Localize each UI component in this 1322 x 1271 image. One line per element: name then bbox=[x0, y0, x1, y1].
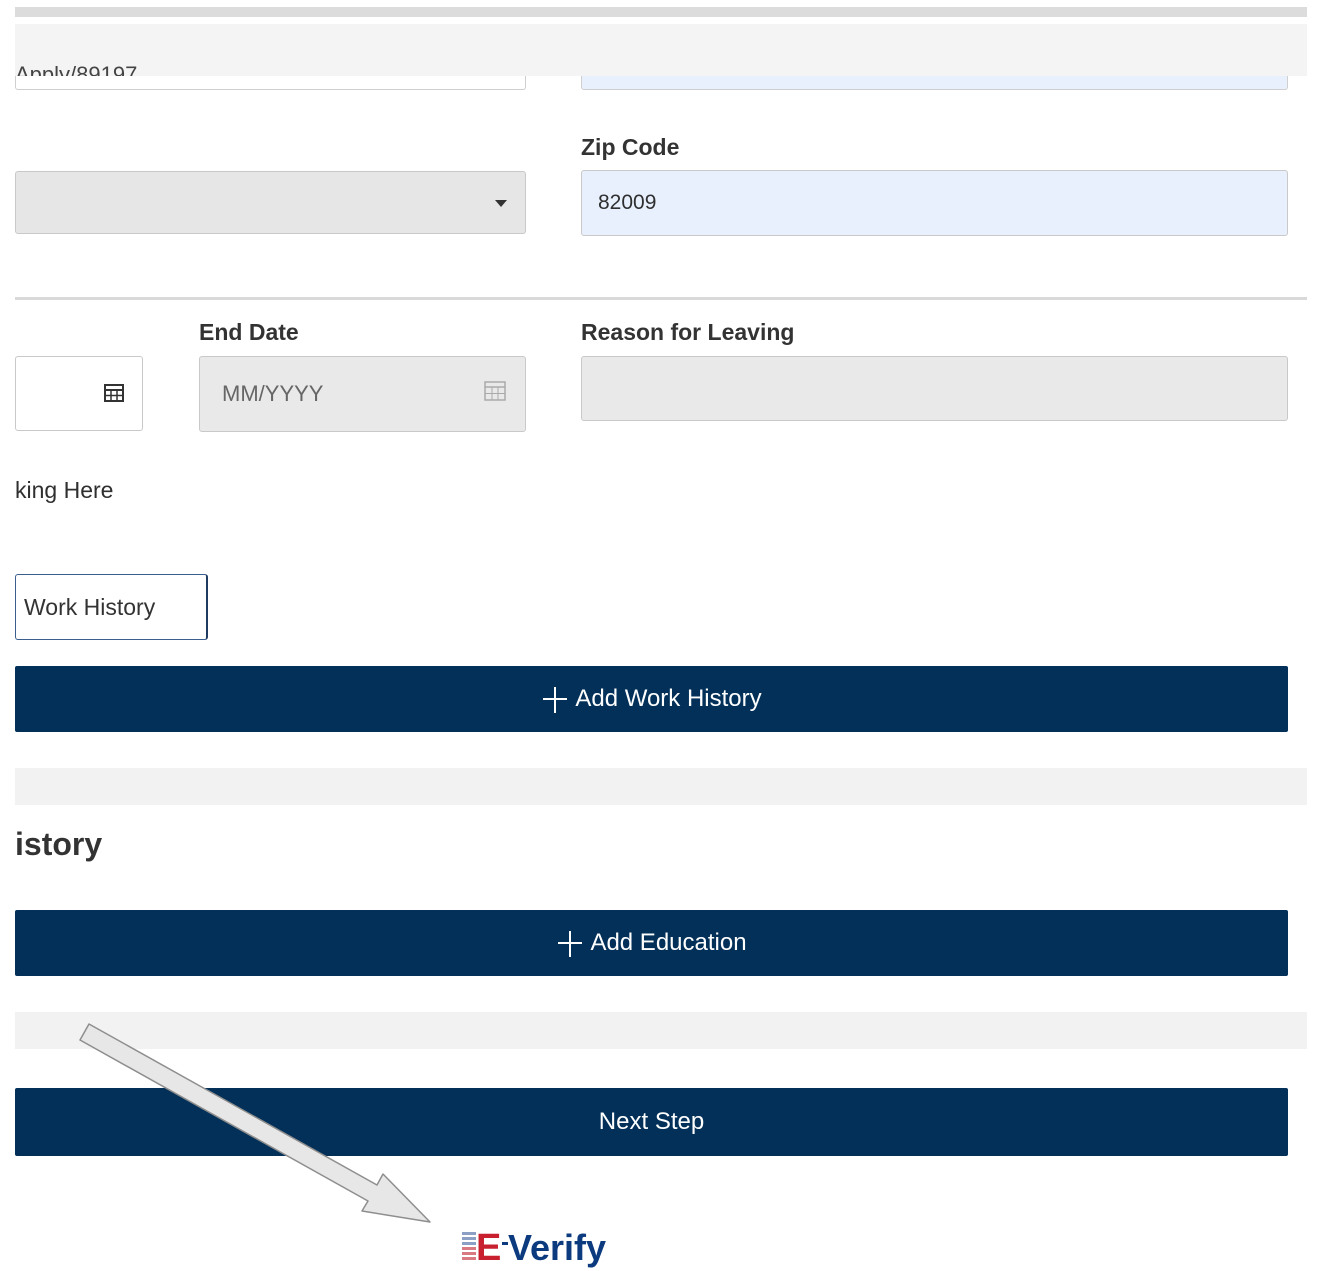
end-date-placeholder: MM/YYYY bbox=[222, 381, 324, 406]
add-education-label: Add Education bbox=[590, 929, 747, 956]
chevron-down-icon bbox=[495, 200, 507, 207]
next-step-label: Next Step bbox=[598, 1108, 705, 1135]
add-work-history-button[interactable]: Add Work History bbox=[15, 666, 1288, 732]
previous-field-left bbox=[15, 76, 526, 90]
education-history-heading: istory bbox=[15, 826, 103, 862]
remove-work-history-button[interactable]: Work History bbox=[15, 574, 208, 640]
reason-for-leaving-input[interactable] bbox=[581, 356, 1288, 421]
currently-working-label[interactable]: king Here bbox=[15, 477, 113, 504]
end-date-label: End Date bbox=[199, 319, 299, 345]
state-select[interactable] bbox=[15, 171, 526, 234]
address-bar[interactable]: Apply/89197 bbox=[15, 24, 1307, 87]
start-date-input[interactable] bbox=[15, 356, 143, 431]
section-separator bbox=[15, 768, 1307, 805]
reason-for-leaving-label: Reason for Leaving bbox=[581, 319, 795, 345]
next-step-button[interactable]: Next Step bbox=[15, 1088, 1288, 1156]
logo-verify: Verify bbox=[508, 1227, 606, 1268]
plus-icon bbox=[556, 929, 584, 957]
zip-code-input[interactable]: 82009 bbox=[581, 170, 1288, 236]
add-education-button[interactable]: Add Education bbox=[15, 910, 1288, 976]
plus-icon bbox=[541, 685, 569, 713]
logo-e: E bbox=[476, 1227, 501, 1269]
add-work-history-label: Add Work History bbox=[575, 685, 762, 712]
flag-stripes bbox=[462, 1232, 476, 1260]
section-divider bbox=[15, 297, 1307, 300]
e-verify-logo: E Verify bbox=[462, 1227, 606, 1269]
calendar-icon[interactable] bbox=[104, 384, 124, 402]
end-date-input[interactable]: MM/YYYY bbox=[199, 356, 526, 432]
browser-top-strip bbox=[15, 7, 1307, 17]
previous-field-right bbox=[581, 76, 1288, 90]
calendar-icon[interactable] bbox=[484, 381, 506, 401]
zip-code-label: Zip Code bbox=[581, 134, 680, 160]
section-separator bbox=[15, 1012, 1307, 1049]
